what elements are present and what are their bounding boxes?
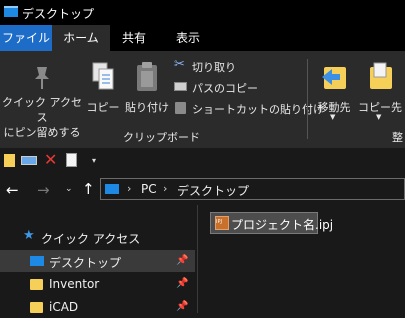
ribbon-separator [307, 59, 308, 139]
pin-quick-access-label: クイック アクセス にピン留めする [2, 96, 82, 139]
move-to-dropdown-icon: ▼ [330, 113, 336, 121]
paste-label: 貼り付け [125, 101, 169, 114]
quick-access-nav[interactable]: ★ クイック アクセス [0, 226, 195, 248]
rename-icon[interactable] [21, 156, 37, 165]
paste-shortcut-icon [175, 102, 186, 114]
properties-icon[interactable] [4, 154, 15, 167]
paste-icon [137, 62, 157, 91]
pin-quick-access-button[interactable]: クイック アクセス にピン留めする [2, 55, 82, 139]
pin-icon[interactable]: 📌 [176, 278, 188, 289]
copy-path-label: パスのコピー [192, 82, 258, 95]
ribbon: クイック アクセス にピン留めする コピー 貼り付け ✂ 切り取り パスのコピー… [0, 51, 405, 148]
copy-to-button[interactable]: コピー先 ▼ [358, 55, 402, 125]
back-icon[interactable]: ← [6, 181, 19, 199]
window-title: デスクトップ [22, 7, 95, 21]
breadcrumb-separator-icon: › [127, 182, 132, 195]
move-to-button[interactable]: 移動先 ▼ [312, 55, 356, 125]
nav-item-desktop[interactable]: デスクトップ 📌 [0, 250, 195, 272]
recent-locations-icon[interactable]: ⌄ [65, 184, 73, 194]
copy-button[interactable]: コピー [85, 55, 121, 121]
address-bar[interactable]: › PC › デスクトップ [100, 178, 405, 200]
checklist-icon[interactable] [66, 153, 77, 167]
paste-shortcut-button[interactable]: ショートカットの貼り付け [174, 100, 324, 117]
file-type-badge: IPJ [216, 219, 222, 225]
folder-icon [30, 279, 43, 290]
file-item[interactable]: IPJ プロジェクト名.ipj [210, 212, 333, 234]
file-name: プロジェクト名.ipj [231, 218, 334, 232]
tab-file[interactable]: ファイル [0, 25, 52, 51]
tab-home[interactable]: ホーム [52, 25, 110, 51]
customize-qat-icon[interactable]: ▾ [92, 156, 96, 165]
folder-icon [30, 302, 43, 313]
pin-icon[interactable]: 📌 [176, 255, 188, 266]
copy-label: コピー [86, 101, 120, 114]
cut-label: 切り取り [192, 61, 236, 74]
delete-icon[interactable]: ✕ [44, 150, 57, 169]
tab-share[interactable]: 共有 [112, 25, 156, 51]
breadcrumb-desktop[interactable]: デスクトップ [177, 182, 249, 199]
pane-splitter[interactable] [197, 205, 198, 313]
nav-item-label: Inventor [49, 277, 100, 291]
ribbon-tab-bar: ファイル ホーム 共有 表示 [0, 25, 405, 51]
nav-item-label: デスクトップ [49, 256, 122, 270]
desktop-icon [30, 256, 44, 266]
organize-group-label: 整 [392, 131, 403, 144]
copy-to-dropdown-icon: ▼ [376, 113, 382, 121]
copy-path-icon [174, 82, 187, 91]
paste-button[interactable]: 貼り付け [124, 55, 170, 121]
copy-icon [92, 62, 114, 90]
copy-path-button[interactable]: パスのコピー [174, 79, 264, 96]
copy-to-icon [370, 62, 392, 89]
breadcrumb-separator-icon: › [163, 182, 168, 195]
pin-icon [35, 67, 49, 89]
forward-icon[interactable]: → [37, 181, 50, 199]
star-icon: ★ [23, 228, 35, 243]
pc-icon [105, 184, 119, 194]
cut-button[interactable]: ✂ 切り取り [174, 57, 254, 75]
nav-item-label: iCAD [49, 300, 79, 314]
nav-item-inventor[interactable]: Inventor 📌 [0, 273, 195, 295]
paste-shortcut-label: ショートカットの貼り付け [192, 103, 324, 116]
clipboard-group-label: クリップボード [123, 131, 200, 144]
pin-icon[interactable]: 📌 [176, 301, 188, 312]
quick-access-label: クイック アクセス [41, 232, 141, 246]
window-icon [4, 6, 18, 17]
breadcrumb-pc[interactable]: PC [141, 182, 157, 196]
nav-item-icad[interactable]: iCAD 📌 [0, 296, 195, 318]
quick-access-toolbar: ✕ ▾ [0, 148, 405, 175]
tab-view[interactable]: 表示 [163, 25, 213, 51]
move-to-icon [322, 67, 346, 89]
up-icon[interactable]: ↑ [82, 180, 95, 198]
scissors-icon: ✂ [174, 57, 185, 72]
